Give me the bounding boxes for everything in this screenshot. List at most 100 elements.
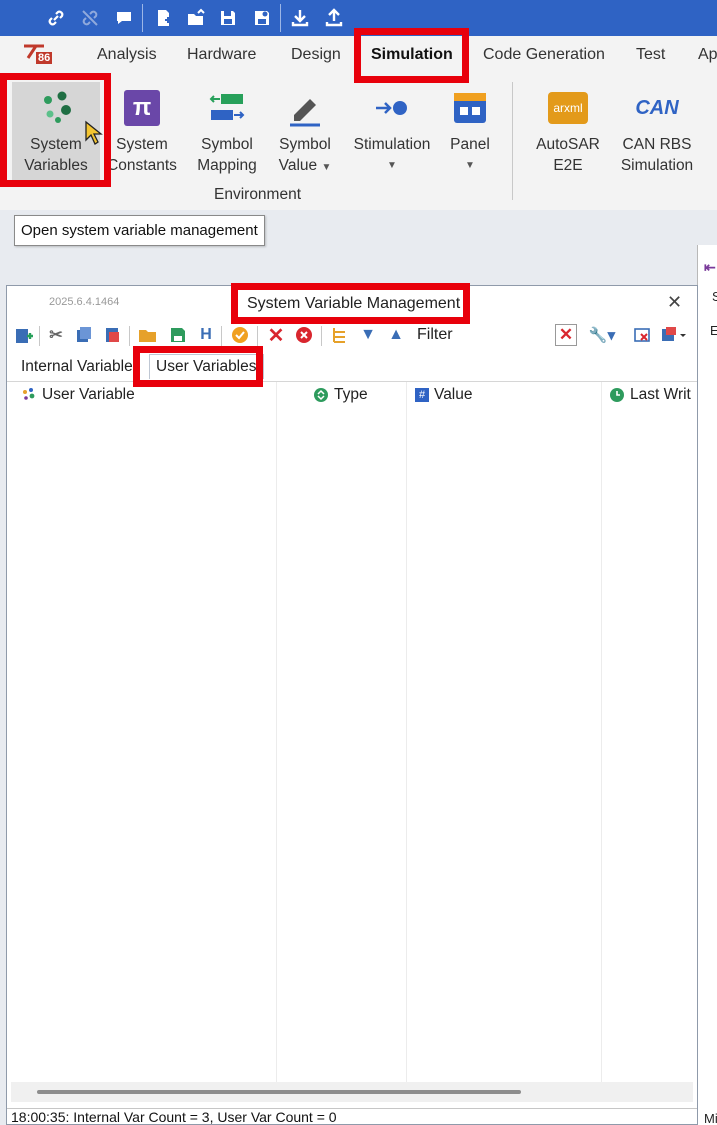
stimulation-button[interactable]: Stimulation ▼ [348,82,436,176]
logo-text: 86 [36,52,53,64]
arxml-icon-text: arxml [548,92,588,124]
dialog-subtabs: Internal Variable User Variables [7,352,697,382]
type-icon [314,388,328,402]
chevron-down-icon: ▼ [465,160,475,171]
close-icon[interactable]: ✕ [667,292,682,313]
tab-user-variables[interactable]: User Variables [149,354,264,379]
stimulation-icon [348,82,436,134]
const-icon-glyph: π [124,90,160,126]
dialog-title-bar[interactable]: 2025.6.4.1464 System Variable Management… [7,286,697,320]
column-type-label: Type [334,386,368,403]
tab-code-generation[interactable]: Code Generation [483,46,605,64]
clock-icon [610,388,624,402]
unlink-icon[interactable] [76,4,104,32]
system-constants-button[interactable]: π System Constants [104,82,180,176]
can-rbs-label-1: CAN RBS [622,136,692,153]
system-constants-label-2: Constants [107,157,177,174]
environment-group-label: Environment [214,186,302,203]
autosar-e2e-label-2: E2E [553,157,583,174]
can-icon: CAN [614,82,700,134]
filter-label: Filter [417,326,453,343]
column-user-variable-label: User Variable [42,386,135,403]
window-layout-icon[interactable] [659,324,689,346]
delete-all-icon[interactable] [293,324,315,346]
column-divider [406,382,407,1082]
right-panel-label-e: E [710,323,717,338]
close-window-icon[interactable] [631,324,653,346]
upload-icon[interactable] [320,4,348,32]
column-type[interactable]: Type [313,386,368,404]
system-variables-label-2: Variables [24,157,88,174]
tab-internal-variables[interactable]: Internal Variable [21,358,133,376]
purple-arrow-icon[interactable]: ⇤ [704,259,716,276]
clear-filter-icon[interactable]: ✕ [555,324,577,346]
tooltip: Open system variable management [14,215,265,246]
ribbon-tab-bar: 86 Analysis Hardware Design Simulation C… [0,36,717,76]
column-user-variable[interactable]: User Variable [21,386,135,404]
settings-wrench-icon[interactable]: 🔧▾ [587,324,617,346]
can-rbs-label-2: Simulation [620,157,694,174]
toolbar-separator [129,326,130,346]
tab-test[interactable]: Test [636,46,665,64]
link-icon[interactable] [42,4,70,32]
symbol-mapping-button[interactable]: Symbol Mapping [190,82,264,176]
save-as-icon[interactable] [248,4,276,32]
arxml-icon: arxml [530,82,606,134]
toolbar-separator [321,326,322,346]
ribbon-panel: System Variables π System Constants Symb… [0,76,717,210]
quick-access-toolbar [0,0,717,36]
new-file-icon[interactable] [150,4,178,32]
hash-icon: # [415,388,429,402]
save-icon[interactable] [214,4,242,32]
move-down-icon[interactable]: ▼ [357,324,379,346]
move-up-icon[interactable]: ▲ [385,324,407,346]
status-bar: 18:00:35: Internal Var Count = 3, User V… [7,1108,697,1125]
tree-icon[interactable] [329,324,351,346]
copy-icon[interactable] [73,324,95,346]
toolbar-separator [39,326,40,346]
symbol-mapping-icon [190,82,264,134]
app-window: { "ribbon_tabs": ["Analysis", "Hardware"… [0,0,717,1125]
open-folder-icon[interactable] [182,4,210,32]
tab-ap[interactable]: Ap [698,46,717,64]
symbol-mapping-label-1: Symbol [201,136,253,153]
tab-design[interactable]: Design [291,46,341,64]
delete-icon[interactable]: ✕ [265,324,287,347]
paste-icon[interactable] [101,324,123,346]
toolbar-separator [257,326,258,346]
column-last-write-label: Last Writ [630,386,691,403]
open-folder-icon[interactable] [137,324,159,346]
cut-icon[interactable]: ✂ [45,324,67,346]
stimulation-label: Stimulation [353,136,431,153]
can-icon-text: CAN [635,96,679,119]
horizontal-scrollbar-thumb[interactable] [37,1090,521,1094]
autosar-e2e-button[interactable]: arxml AutoSAR E2E [530,82,606,176]
h-icon[interactable]: H [195,324,217,346]
ribbon-group-separator [512,82,513,200]
save-variables-icon[interactable] [167,324,189,346]
autosar-e2e-label-1: AutoSAR [536,136,600,153]
tab-analysis[interactable]: Analysis [97,46,157,64]
badge-icon[interactable] [229,324,251,346]
panel-label: Panel [450,136,490,153]
version-label: 2025.6.4.1464 [49,296,120,308]
add-variable-icon[interactable] [13,324,35,346]
app-logo: 86 [22,42,54,73]
symbol-value-label-2: Value [278,157,318,174]
panel-button[interactable]: Panel ▼ [444,82,496,176]
tab-simulation[interactable]: Simulation [371,46,453,64]
right-panel-label-mi: Mi [704,1111,717,1125]
chevron-down-icon: ▼ [387,160,397,171]
symbol-value-label-1: Symbol [279,136,331,153]
symbol-mapping-label-2: Mapping [197,157,257,174]
column-value[interactable]: # Value [415,386,473,404]
symbol-value-button[interactable]: Symbol Value ▼ [272,82,338,178]
column-last-write[interactable]: Last Writ [609,386,691,404]
system-constants-label-1: System [116,136,168,153]
column-divider [276,382,277,1082]
download-icon[interactable] [286,4,314,32]
comment-icon[interactable] [110,4,138,32]
panel-icon [444,82,496,134]
tab-hardware[interactable]: Hardware [187,46,256,64]
can-rbs-simulation-button[interactable]: CAN CAN RBS Simulation [614,82,700,176]
